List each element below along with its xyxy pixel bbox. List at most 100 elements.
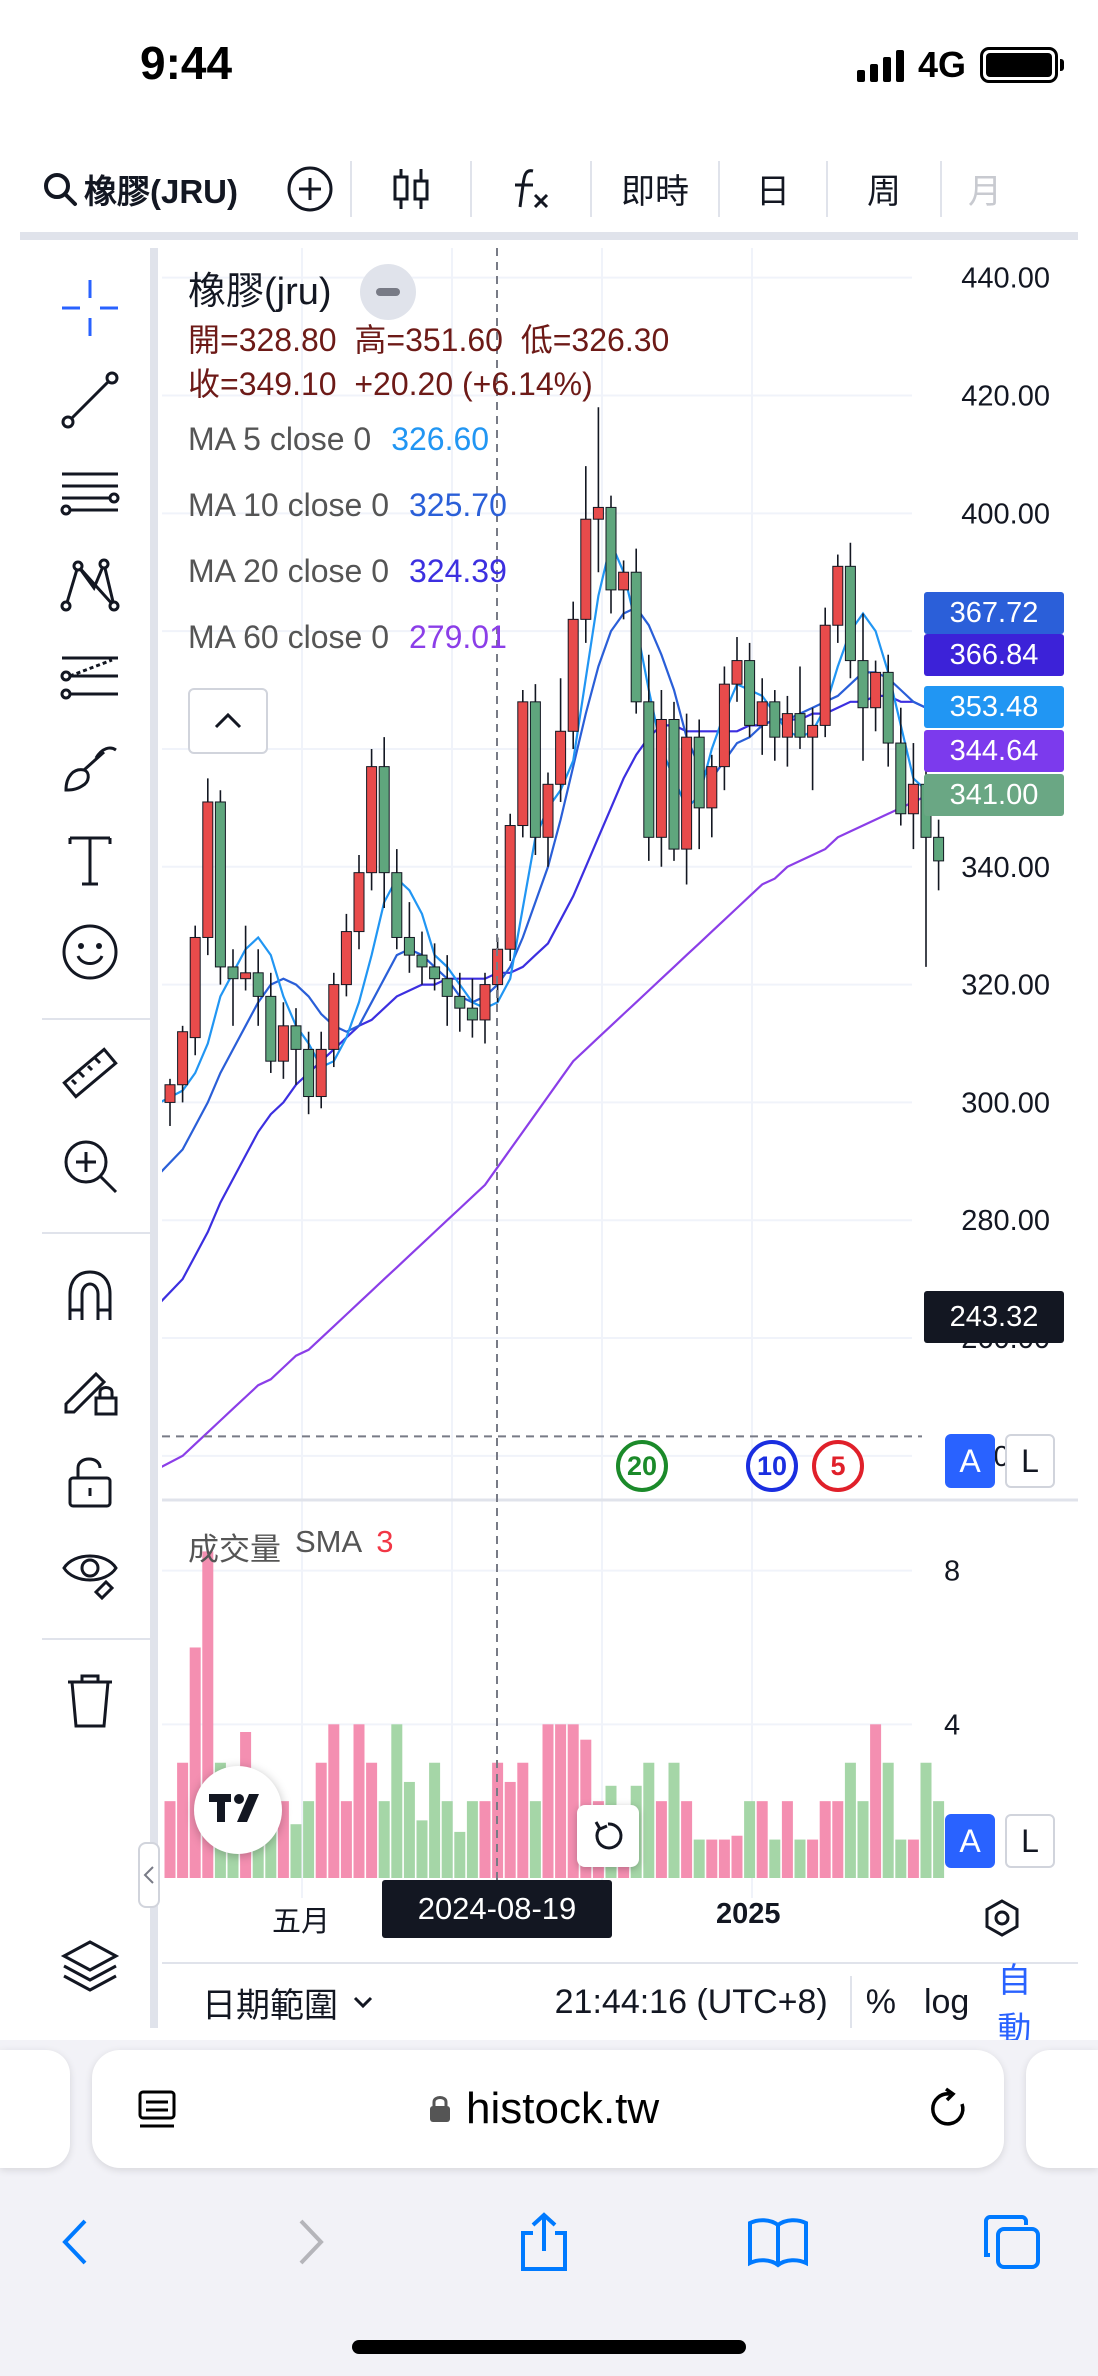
- zoom-in-icon: [64, 1140, 118, 1194]
- price-tag-ma-60: 344.64: [924, 730, 1064, 772]
- hide-drawings-tool[interactable]: [60, 1542, 120, 1602]
- back-button[interactable]: [34, 2202, 114, 2282]
- ma-20-marker[interactable]: 20: [616, 1440, 668, 1492]
- timezone-clock[interactable]: 21:44:16 (UTC+8): [398, 1983, 850, 2022]
- high-label: 高=: [354, 322, 406, 358]
- ma-10-legend[interactable]: MA 10 close 0 325.70: [188, 472, 669, 538]
- chevron-right-icon: [299, 2219, 324, 2265]
- legend-collapse-button[interactable]: [188, 688, 268, 754]
- interval-month[interactable]: 月: [942, 141, 1002, 236]
- chart-type-button[interactable]: [352, 141, 470, 236]
- auto-scale-button[interactable]: A: [945, 1434, 995, 1488]
- interval-realtime[interactable]: 即時: [592, 141, 718, 236]
- candle-body: [744, 660, 756, 726]
- sidebar-divider: [42, 1232, 152, 1234]
- previous-tab-card[interactable]: [0, 2050, 70, 2168]
- trend-line-tool[interactable]: [60, 370, 120, 430]
- price-tag-ma-10-value: 367.72: [949, 596, 1039, 629]
- emoji-tool[interactable]: [60, 922, 120, 982]
- layers-tool[interactable]: [60, 1936, 120, 1996]
- ruler-icon: [62, 1047, 118, 1099]
- bookmarks-button[interactable]: [738, 2202, 818, 2282]
- log-scale-button[interactable]: L: [1005, 1434, 1055, 1488]
- indicators-button[interactable]: [472, 141, 590, 236]
- candle-body: [555, 730, 567, 785]
- date-range-button[interactable]: 日期範圍: [162, 1978, 398, 2027]
- auto-scale-toggle[interactable]: 自動: [983, 1953, 1078, 2051]
- log-scale-toggle[interactable]: log: [910, 1983, 983, 2022]
- volume-bar: [479, 1801, 491, 1878]
- forward-button[interactable]: [272, 2202, 352, 2282]
- candle-body: [454, 995, 466, 1009]
- ma-60-legend[interactable]: MA 60 close 0 279.01: [188, 604, 669, 670]
- ma-5-legend[interactable]: MA 5 close 0 326.60: [188, 406, 669, 472]
- candle-body: [353, 872, 365, 933]
- volume-bar: [857, 1801, 869, 1878]
- reset-chart-button[interactable]: [577, 1805, 639, 1867]
- volume-log-scale-button[interactable]: L: [1005, 1814, 1055, 1868]
- volume-bar: [416, 1820, 428, 1878]
- lock-icon: [430, 2096, 450, 2122]
- brush-tool[interactable]: [60, 738, 120, 798]
- tabs-button[interactable]: [972, 2202, 1052, 2282]
- candle-body: [781, 713, 793, 738]
- volume-bar: [681, 1801, 693, 1878]
- ma-5-marker[interactable]: 5: [812, 1440, 864, 1492]
- price-tag-last: 341.00: [924, 774, 1064, 816]
- ma-10-value: 325.70: [409, 487, 507, 523]
- horizontal-lines-icon: [60, 472, 120, 516]
- open-label: 開=: [188, 322, 239, 358]
- volume-name: 成交量: [188, 1532, 281, 1567]
- lock-drawing-tool[interactable]: [60, 1358, 120, 1418]
- text-tool[interactable]: [60, 830, 120, 890]
- candle-body: [706, 766, 718, 809]
- candle-body: [303, 1048, 315, 1098]
- function-icon: [515, 168, 549, 208]
- magnet-tool[interactable]: [60, 1266, 120, 1326]
- next-tab-card[interactable]: [1026, 2050, 1098, 2168]
- symbol-search-button[interactable]: 橡膠(JRU): [20, 141, 270, 236]
- candle-body: [542, 783, 554, 838]
- unlock-icon: [68, 1457, 112, 1508]
- volume-legend[interactable]: 成交量 SMA 3: [188, 1524, 393, 1569]
- share-button[interactable]: [504, 2202, 584, 2282]
- zoom-tool[interactable]: [60, 1136, 120, 1196]
- percent-scale-button[interactable]: %: [852, 1983, 910, 2022]
- delete-tool[interactable]: [60, 1670, 120, 1730]
- projection-tool[interactable]: [60, 646, 120, 706]
- ma-20-legend[interactable]: MA 20 close 0 324.39: [188, 538, 669, 604]
- candle-body: [252, 972, 264, 997]
- drawing-toolbar: [20, 248, 158, 2028]
- lock-all-tool[interactable]: [60, 1450, 120, 1510]
- market-status-icon[interactable]: [359, 264, 416, 320]
- chevron-up-icon: [214, 712, 242, 729]
- crosshair-tool[interactable]: [60, 278, 120, 338]
- tradingview-logo[interactable]: [194, 1766, 282, 1854]
- interval-week[interactable]: 周: [828, 141, 940, 236]
- x-label-may: 五月: [272, 1906, 331, 1938]
- chart-settings-button[interactable]: [982, 1898, 1022, 1938]
- price-tick-label: 400.00: [961, 498, 1050, 530]
- volume-bar: [744, 1801, 756, 1878]
- interval-day[interactable]: 日: [720, 141, 826, 236]
- volume-bar: [693, 1839, 705, 1878]
- pencil-lock-icon: [64, 1371, 118, 1416]
- ma-10-marker[interactable]: 10: [746, 1440, 798, 1492]
- reader-icon[interactable]: [136, 2088, 178, 2132]
- symbol-label: 橡膠(JRU): [84, 172, 238, 210]
- fib-tool[interactable]: [60, 462, 120, 522]
- address-bar[interactable]: histock.tw: [92, 2050, 1004, 2168]
- candle-body: [668, 718, 680, 850]
- trend-line-icon: [61, 371, 119, 429]
- candle-body: [328, 984, 340, 1050]
- volume-bar: [819, 1801, 831, 1878]
- sidebar-collapse-handle[interactable]: [138, 1842, 160, 1908]
- reload-icon[interactable]: [926, 2086, 972, 2132]
- compare-button[interactable]: [270, 141, 350, 236]
- measure-tool[interactable]: [60, 1044, 120, 1104]
- pattern-tool[interactable]: [60, 554, 120, 614]
- url-display: histock.tw: [428, 2084, 659, 2134]
- brush-icon: [64, 746, 117, 792]
- volume-auto-scale-button[interactable]: A: [945, 1814, 995, 1868]
- chart-bottom-bar: 日期範圍 21:44:16 (UTC+8) % log 自動: [162, 1962, 1078, 2049]
